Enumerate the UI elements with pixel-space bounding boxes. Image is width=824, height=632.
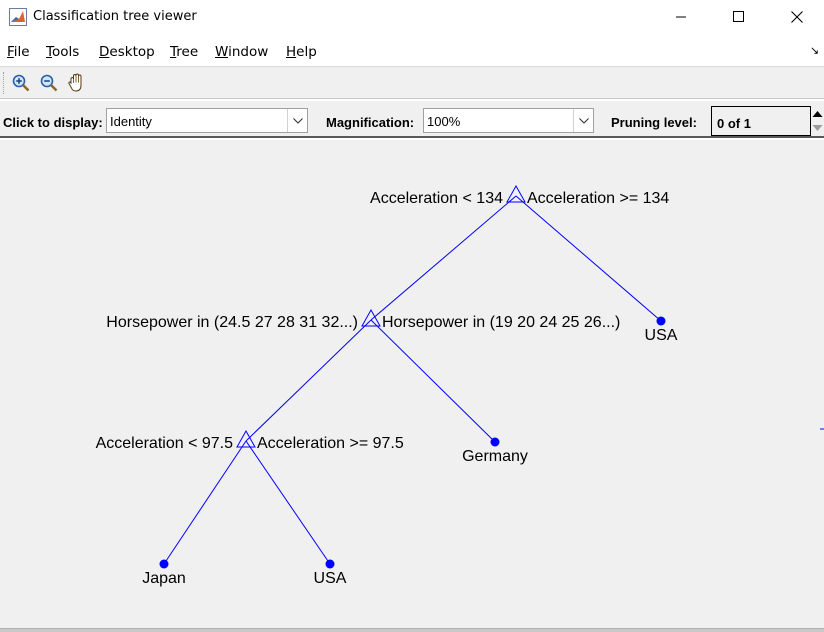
zoom-out-icon — [40, 74, 58, 92]
zoom-in-icon — [12, 74, 30, 92]
menu-desktop[interactable]: Desktop — [99, 44, 155, 60]
chevron-down-icon[interactable] — [287, 109, 307, 132]
pan-button[interactable] — [65, 71, 89, 95]
tree-edge-n2-n4 — [245, 319, 372, 442]
toolbar-grip — [3, 72, 5, 94]
zoom-in-button[interactable] — [9, 71, 33, 95]
branch-rule-left-n2: Horsepower in (24.5 27 28 31 32...) — [106, 314, 358, 331]
magnification-label: Magnification: — [326, 115, 415, 130]
matlab-app-icon — [9, 8, 27, 26]
menu-bar: File Tools Desktop Tree Window Help ↘ — [0, 38, 824, 66]
pruning-level-label: Pruning level: — [611, 115, 697, 130]
chevron-down-icon[interactable] — [573, 109, 593, 132]
magnification-select[interactable]: 100% — [423, 108, 594, 133]
leaf-label-n5: Germany — [462, 448, 528, 465]
leaf-label-n6: Japan — [142, 570, 186, 587]
menu-help[interactable]: Help — [286, 44, 317, 60]
maximize-icon — [733, 11, 744, 22]
leaf-node-n7-icon — [325, 559, 335, 569]
branch-rule-right-root: Acceleration >= 134 — [527, 190, 669, 207]
tree-edge-n4-n7 — [245, 440, 331, 565]
classification-tree: Acceleration < 134 Acceleration >= 134 Hor… — [96, 184, 824, 587]
menu-window[interactable]: Window — [215, 44, 268, 60]
maximize-button[interactable] — [710, 0, 768, 34]
click-to-display-select[interactable]: Identity — [106, 108, 308, 133]
minimize-button[interactable] — [652, 0, 710, 34]
menu-overflow-arrow-icon[interactable]: ↘ — [810, 44, 819, 57]
pruning-level-field[interactable]: 0 of 1 — [711, 106, 811, 136]
leaf-node-n3-icon — [656, 316, 666, 326]
branch-node-root-icon — [506, 184, 526, 203]
close-icon — [791, 11, 803, 23]
click-to-display-value: Identity — [110, 114, 152, 129]
title-bar: Classification tree viewer — [0, 0, 824, 36]
window-title: Classification tree viewer — [33, 9, 197, 24]
leaf-node-n6-icon — [159, 559, 169, 569]
toolbar — [0, 66, 824, 99]
zoom-out-button[interactable] — [37, 71, 61, 95]
pan-hand-icon — [68, 73, 82, 92]
tree-edge-root-n3 — [515, 195, 662, 322]
tree-edge-n4-n6 — [163, 440, 247, 565]
leaf-label-n3: USA — [645, 327, 678, 344]
window-bottom-edge — [0, 628, 824, 632]
minimize-icon — [676, 16, 686, 18]
branch-node-n2-icon — [361, 308, 381, 327]
magnification-value: 100% — [427, 114, 461, 129]
tree-edge-n2-n5 — [370, 319, 496, 443]
click-to-display-label: Click to display: — [3, 115, 103, 130]
branch-rule-right-n4: Acceleration >= 97.5 — [257, 435, 404, 452]
pruning-spinner[interactable] — [811, 106, 824, 136]
menu-tree[interactable]: Tree — [170, 44, 198, 60]
tree-edge-root-n2 — [370, 195, 517, 321]
tree-canvas[interactable]: Acceleration < 134 Acceleration >= 134 Hor… — [0, 140, 824, 628]
branch-rule-left-root: Acceleration < 134 — [370, 190, 503, 207]
menu-tools[interactable]: Tools — [46, 44, 79, 60]
pruning-level-value: 0 of 1 — [717, 116, 751, 131]
menu-file[interactable]: File — [7, 44, 30, 60]
leaf-node-n5-icon — [490, 437, 500, 447]
leaf-label-n7: USA — [314, 570, 347, 587]
branch-rule-left-n4: Acceleration < 97.5 — [96, 435, 234, 452]
branch-node-n4-icon — [236, 429, 256, 448]
control-bar: Click to display: Identity Magnification… — [0, 100, 824, 138]
close-button[interactable] — [768, 0, 824, 34]
branch-rule-right-n2: Horsepower in (19 20 24 25 26...) — [382, 314, 620, 331]
